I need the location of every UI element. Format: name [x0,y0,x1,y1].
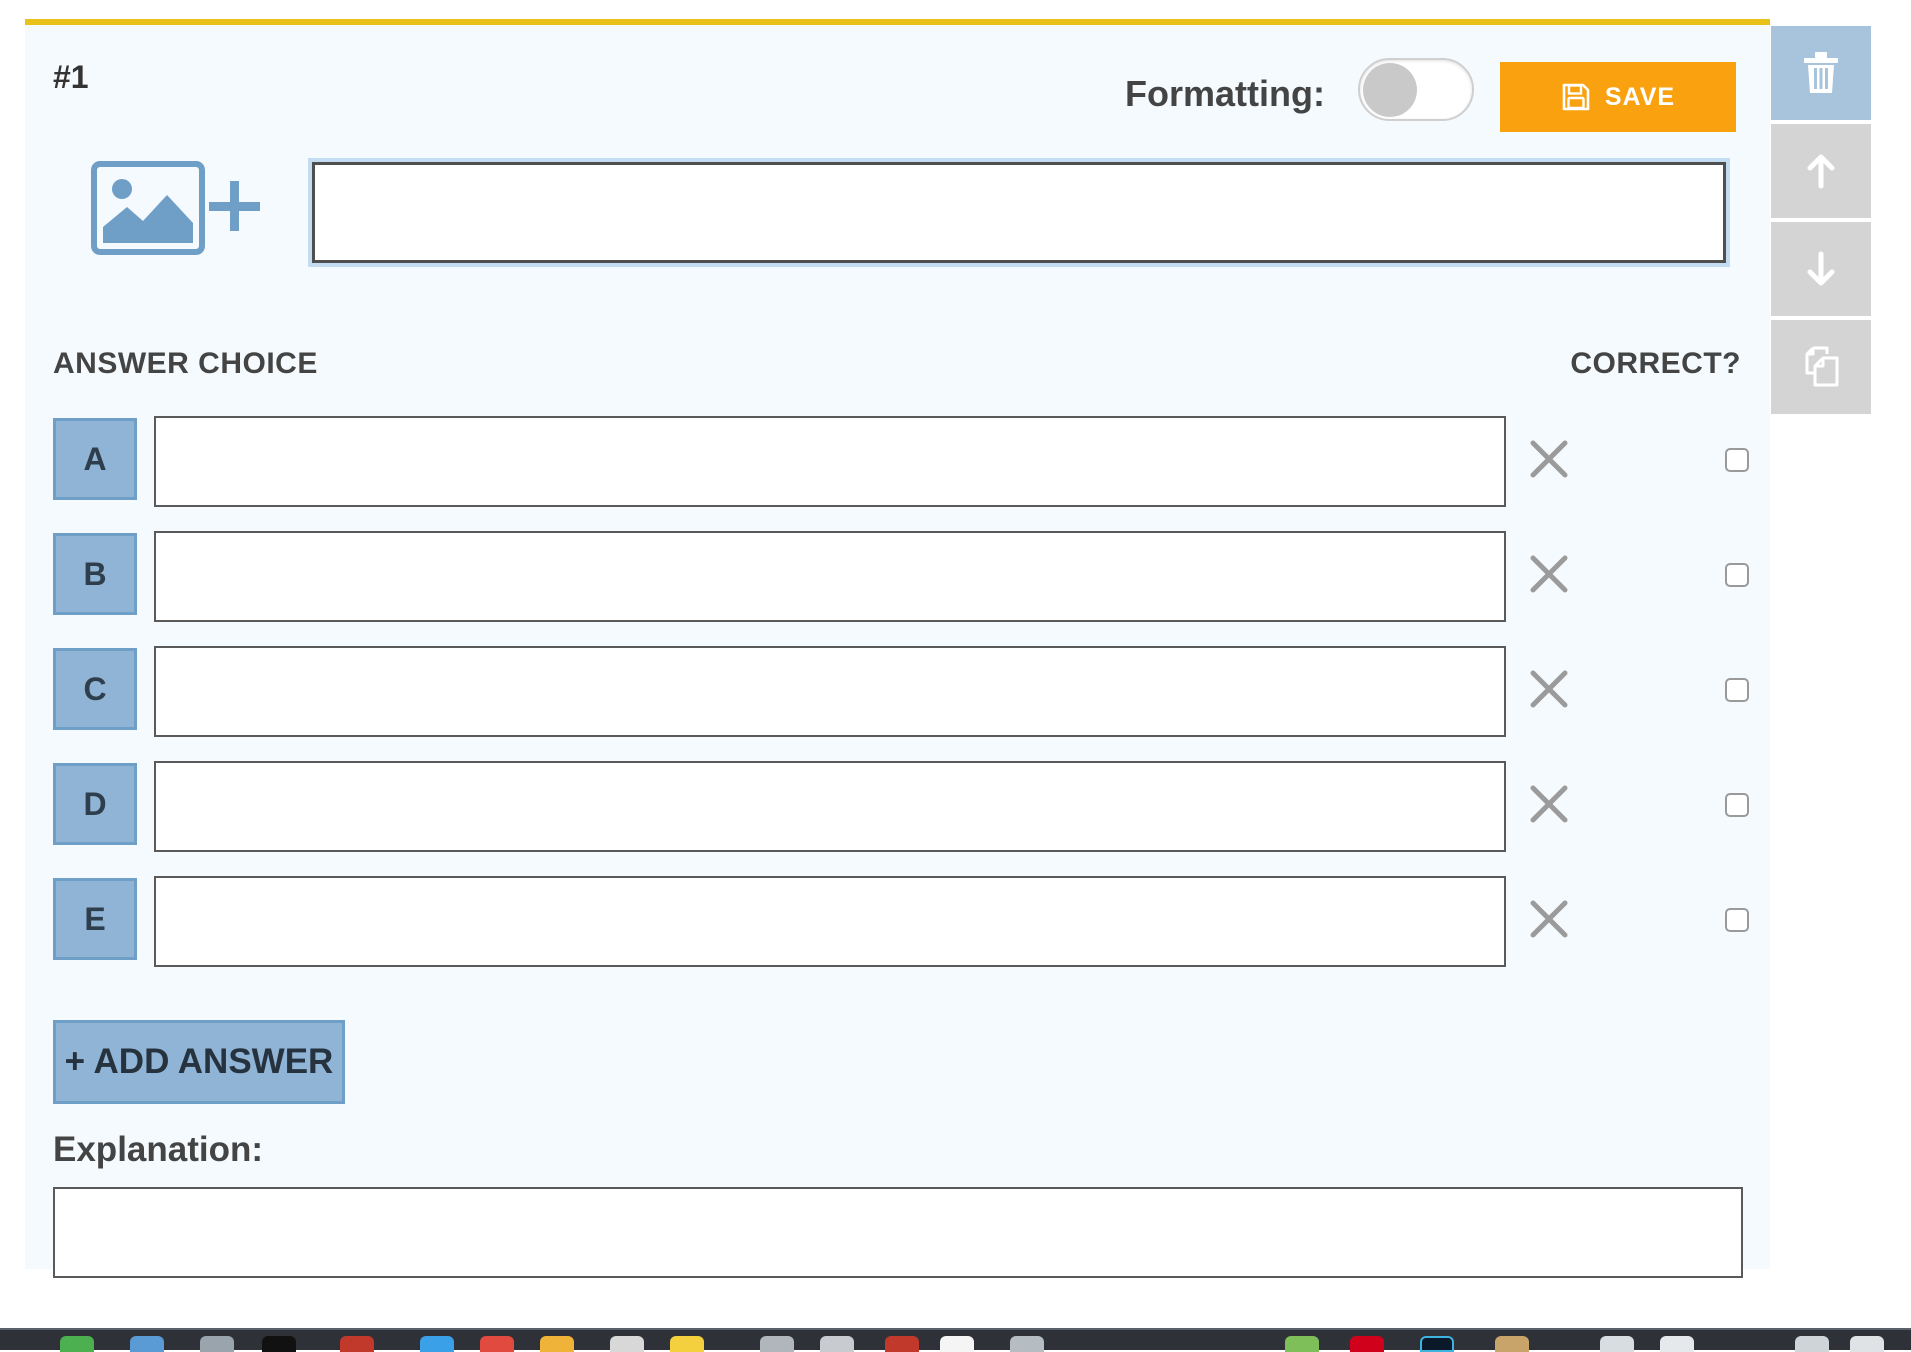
remove-answer-a-icon[interactable] [1527,437,1571,481]
answer-row-c: C [53,646,1763,738]
answer-choice-header: ANSWER CHOICE [53,347,318,380]
answer-input-c[interactable] [154,646,1506,737]
formatting-toggle[interactable] [1358,58,1474,121]
question-card: #1 Formatting: SAVE ANSWER CHOICE CORREC… [25,19,1770,1278]
os-taskbar [0,1328,1911,1352]
arrow-down-icon [1807,251,1835,286]
correct-checkbox-c[interactable] [1725,678,1749,702]
save-label: SAVE [1604,82,1676,111]
correct-checkbox-e[interactable] [1725,908,1749,932]
move-down-button[interactable] [1771,222,1871,316]
remove-answer-b-icon[interactable] [1527,552,1571,596]
answer-input-d[interactable] [154,761,1506,852]
explanation-label: Explanation: [53,1130,264,1169]
image-plus-icon [91,161,260,255]
answer-input-e[interactable] [154,876,1506,967]
correct-checkbox-a[interactable] [1725,448,1749,472]
correct-checkbox-d[interactable] [1725,793,1749,817]
question-number: #1 [53,59,89,95]
correct-checkbox-b[interactable] [1725,563,1749,587]
arrow-up-icon [1807,154,1835,189]
answer-letter-a[interactable]: A [53,418,137,500]
duplicate-question-button[interactable] [1771,320,1871,414]
answer-row-b: B [53,531,1763,623]
answer-input-a[interactable] [154,416,1506,507]
trash-icon [1804,52,1838,93]
remove-answer-c-icon[interactable] [1527,667,1571,711]
question-input[interactable] [312,162,1726,263]
move-up-button[interactable] [1771,124,1871,218]
answer-letter-b[interactable]: B [53,533,137,615]
remove-answer-e-icon[interactable] [1527,897,1571,941]
delete-question-button[interactable] [1771,26,1871,120]
save-button[interactable]: SAVE [1500,62,1736,132]
answer-row-d: D [53,761,1763,853]
copy-icon [1805,346,1839,387]
floppy-disk-icon [1561,82,1591,112]
toggle-knob [1363,63,1417,117]
correct-header: CORRECT? [1570,347,1741,380]
explanation-input[interactable] [53,1187,1743,1278]
answer-letter-c[interactable]: C [53,648,137,730]
add-image-button[interactable] [91,161,269,257]
answer-letter-d[interactable]: D [53,763,137,845]
answer-input-b[interactable] [154,531,1506,622]
answer-row-a: A [53,416,1763,508]
add-answer-button[interactable]: + ADD ANSWER [53,1020,345,1104]
answer-row-e: E [53,876,1763,968]
formatting-label: Formatting: [1125,73,1325,114]
remove-answer-d-icon[interactable] [1527,782,1571,826]
answer-letter-e[interactable]: E [53,878,137,960]
